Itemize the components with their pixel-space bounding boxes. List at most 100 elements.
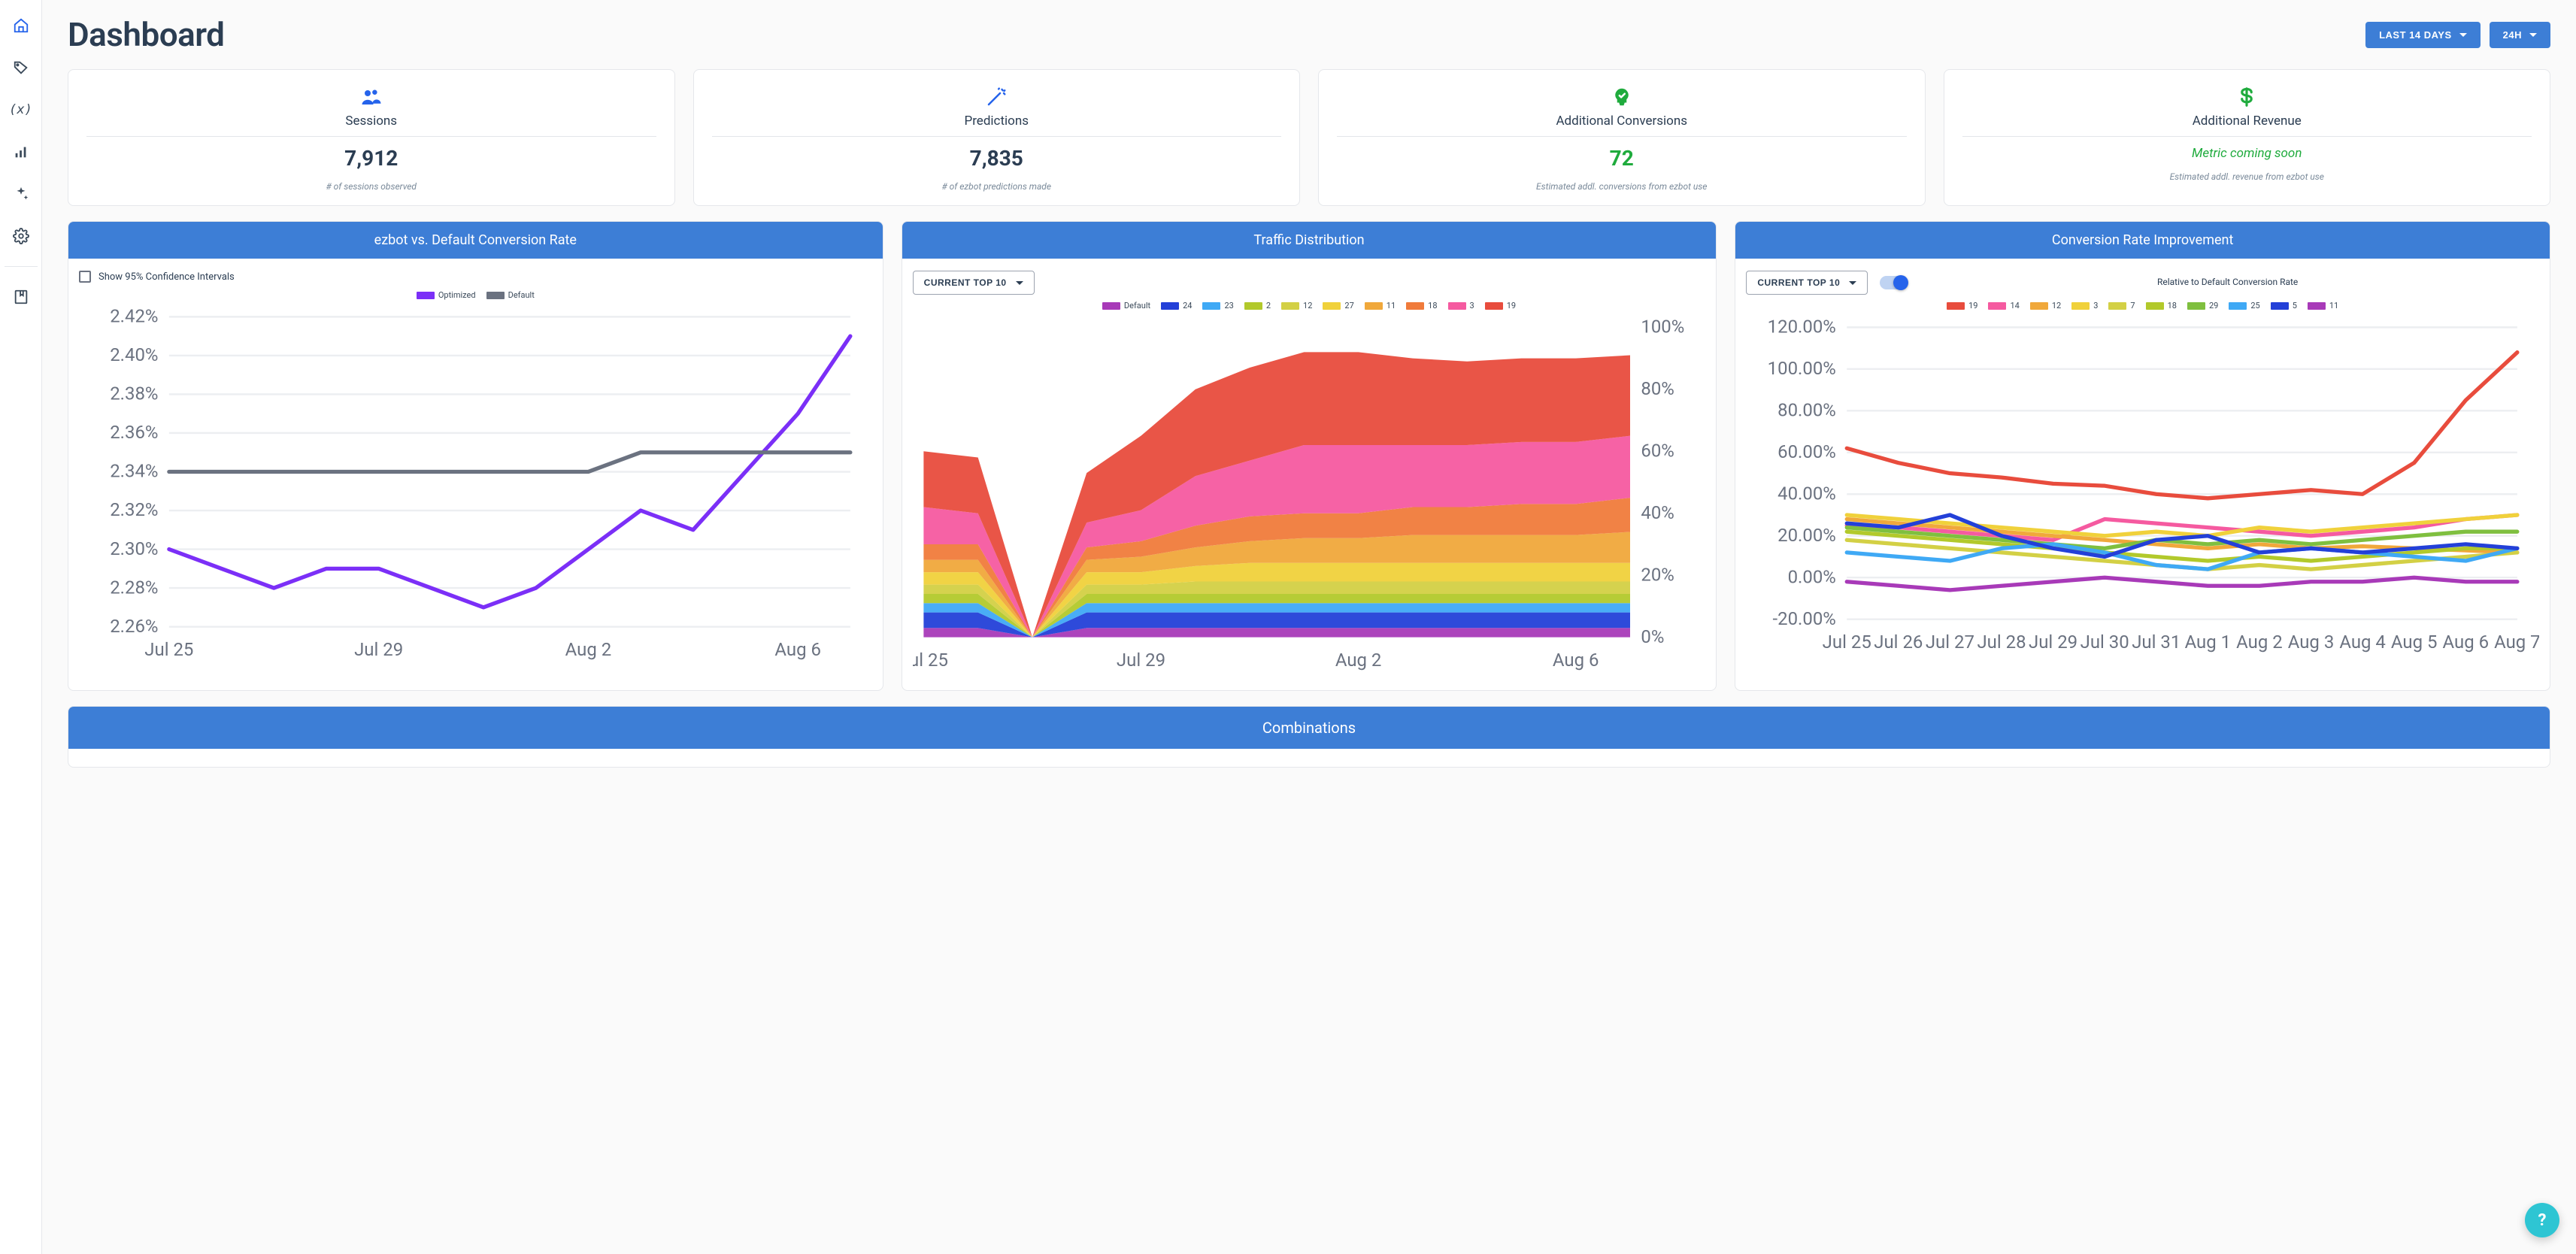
legend-swatch [1202, 302, 1220, 310]
legend-item[interactable]: 3 [1448, 301, 1474, 310]
legend-label: 19 [1507, 301, 1516, 310]
traffic-top-selector[interactable]: CURRENT TOP 10 [913, 271, 1035, 295]
svg-text:2.40%: 2.40% [110, 344, 158, 365]
legend-label: 19 [1968, 301, 1977, 310]
legend-item[interactable]: 12 [1281, 301, 1312, 310]
sparkles-icon [13, 186, 29, 202]
sidebar-item-analytics[interactable] [6, 137, 36, 167]
legend-item[interactable]: 18 [1406, 301, 1437, 310]
svg-text:Aug 2: Aug 2 [2236, 632, 2283, 653]
interval-label: 24H [2503, 29, 2522, 41]
legend-item[interactable]: 12 [2030, 301, 2061, 310]
confidence-checkbox-label: Show 95% Confidence Intervals [98, 271, 235, 283]
svg-text:2.36%: 2.36% [110, 422, 158, 443]
legend-label: 3 [1470, 301, 1474, 310]
legend-swatch [1406, 302, 1424, 310]
help-button[interactable]: ? [2525, 1203, 2559, 1237]
svg-text:2.28%: 2.28% [110, 577, 158, 598]
legend-swatch [1102, 302, 1120, 310]
legend-item[interactable]: 5 [2271, 301, 2297, 310]
relative-toggle-label: Relative to Default Conversion Rate [1916, 277, 2539, 289]
svg-text:Jul 30: Jul 30 [2080, 632, 2129, 653]
svg-text:Jul 25: Jul 25 [144, 639, 193, 660]
relative-toggle[interactable] [1880, 276, 1907, 289]
legend-swatch [2308, 302, 2326, 310]
legend-label: Default [1124, 301, 1150, 310]
page-header: Dashboard LAST 14 DAYS 24H [68, 15, 2550, 54]
stat-value: Metric coming soon [1962, 146, 2532, 161]
legend-swatch [2187, 302, 2205, 310]
date-range-selector[interactable]: LAST 14 DAYS [2365, 22, 2481, 48]
legend-item[interactable]: 24 [1161, 301, 1192, 310]
svg-text:2.30%: 2.30% [110, 538, 158, 559]
legend-label: 18 [2168, 301, 2177, 310]
legend-label: 29 [2209, 301, 2218, 310]
svg-text:2.42%: 2.42% [110, 306, 158, 327]
sidebar-item-sparkles[interactable] [6, 179, 36, 209]
legend-item[interactable]: 11 [1365, 301, 1396, 310]
check-head-icon [1337, 85, 1907, 109]
chart-title: Traffic Distribution [902, 222, 1717, 259]
stat-desc: Estimated addl. conversions from ezbot u… [1337, 181, 1907, 192]
legend-item[interactable]: 19 [1947, 301, 1977, 310]
stat-card: Sessions 7,912 # of sessions observed [68, 69, 675, 206]
svg-text:80.00%: 80.00% [1777, 400, 1836, 421]
svg-text:Aug 6: Aug 6 [1553, 650, 1599, 671]
svg-text:Aug 3: Aug 3 [2288, 632, 2335, 653]
legend-swatch [1244, 302, 1262, 310]
legend-item[interactable]: 14 [1988, 301, 2019, 310]
sidebar-item-bookmark[interactable] [6, 282, 36, 312]
improvement-top-selector[interactable]: CURRENT TOP 10 [1746, 271, 1868, 295]
legend-swatch [1281, 302, 1299, 310]
chart-legend: Optimized Default [79, 290, 872, 300]
legend-swatch [2271, 302, 2289, 310]
legend-item[interactable]: 29 [2187, 301, 2218, 310]
svg-text:2.34%: 2.34% [110, 461, 158, 482]
wand-icon [712, 85, 1282, 109]
legend-swatch [2229, 302, 2247, 310]
chart-legend: 19 14 12 3 7 18 29 25 5 11 [1746, 301, 2539, 310]
legend-label: 11 [2329, 301, 2338, 310]
svg-text:Jul 31: Jul 31 [2132, 632, 2181, 653]
legend-label: 11 [1386, 301, 1396, 310]
legend-item[interactable]: 11 [2308, 301, 2338, 310]
legend-swatch [1448, 302, 1466, 310]
legend-label: 3 [2093, 301, 2098, 310]
legend-item[interactable]: 7 [2108, 301, 2135, 310]
legend-item[interactable]: 19 [1485, 301, 1516, 310]
svg-text:-20.00%: -20.00% [1773, 608, 1836, 629]
legend-item[interactable]: 3 [2071, 301, 2098, 310]
tag-icon [13, 59, 29, 76]
chevron-down-icon [1016, 281, 1023, 285]
sidebar-item-variables[interactable]: (x) [6, 95, 36, 125]
legend-item[interactable]: Default [486, 290, 535, 300]
legend-item[interactable]: 25 [2229, 301, 2259, 310]
main-content: Dashboard LAST 14 DAYS 24H Sessions 7,91… [42, 0, 2576, 1254]
legend-item[interactable]: Default [1102, 301, 1150, 310]
interval-selector[interactable]: 24H [2490, 22, 2550, 48]
stat-desc: # of ezbot predictions made [712, 181, 1282, 192]
svg-text:0.00%: 0.00% [1788, 566, 1836, 587]
legend-label: 2 [1266, 301, 1271, 310]
sidebar-item-home[interactable] [6, 11, 36, 41]
stat-value: 7,835 [712, 146, 1282, 171]
legend-swatch [2071, 302, 2090, 310]
sidebar-item-settings[interactable] [6, 221, 36, 251]
svg-text:100%: 100% [1641, 317, 1684, 338]
chart-title: ezbot vs. Default Conversion Rate [68, 222, 883, 259]
svg-text:Aug 7: Aug 7 [2494, 632, 2539, 653]
legend-item[interactable]: 18 [2146, 301, 2177, 310]
legend-item[interactable]: 23 [1202, 301, 1233, 310]
svg-text:20.00%: 20.00% [1777, 525, 1836, 546]
selector-label: CURRENT TOP 10 [924, 277, 1007, 288]
legend-item[interactable]: Optimized [417, 290, 476, 300]
legend-item[interactable]: 27 [1323, 301, 1353, 310]
chart-card-conversion: ezbot vs. Default Conversion Rate Show 9… [68, 221, 883, 691]
legend-label: 12 [2052, 301, 2061, 310]
legend-item[interactable]: 2 [1244, 301, 1271, 310]
svg-text:0%: 0% [1641, 626, 1664, 647]
chart-card-traffic: Traffic Distribution CURRENT TOP 10 Defa… [902, 221, 1717, 691]
sidebar-item-tag[interactable] [6, 53, 36, 83]
confidence-checkbox[interactable] [79, 271, 91, 283]
variable-icon: (x) [9, 102, 32, 117]
